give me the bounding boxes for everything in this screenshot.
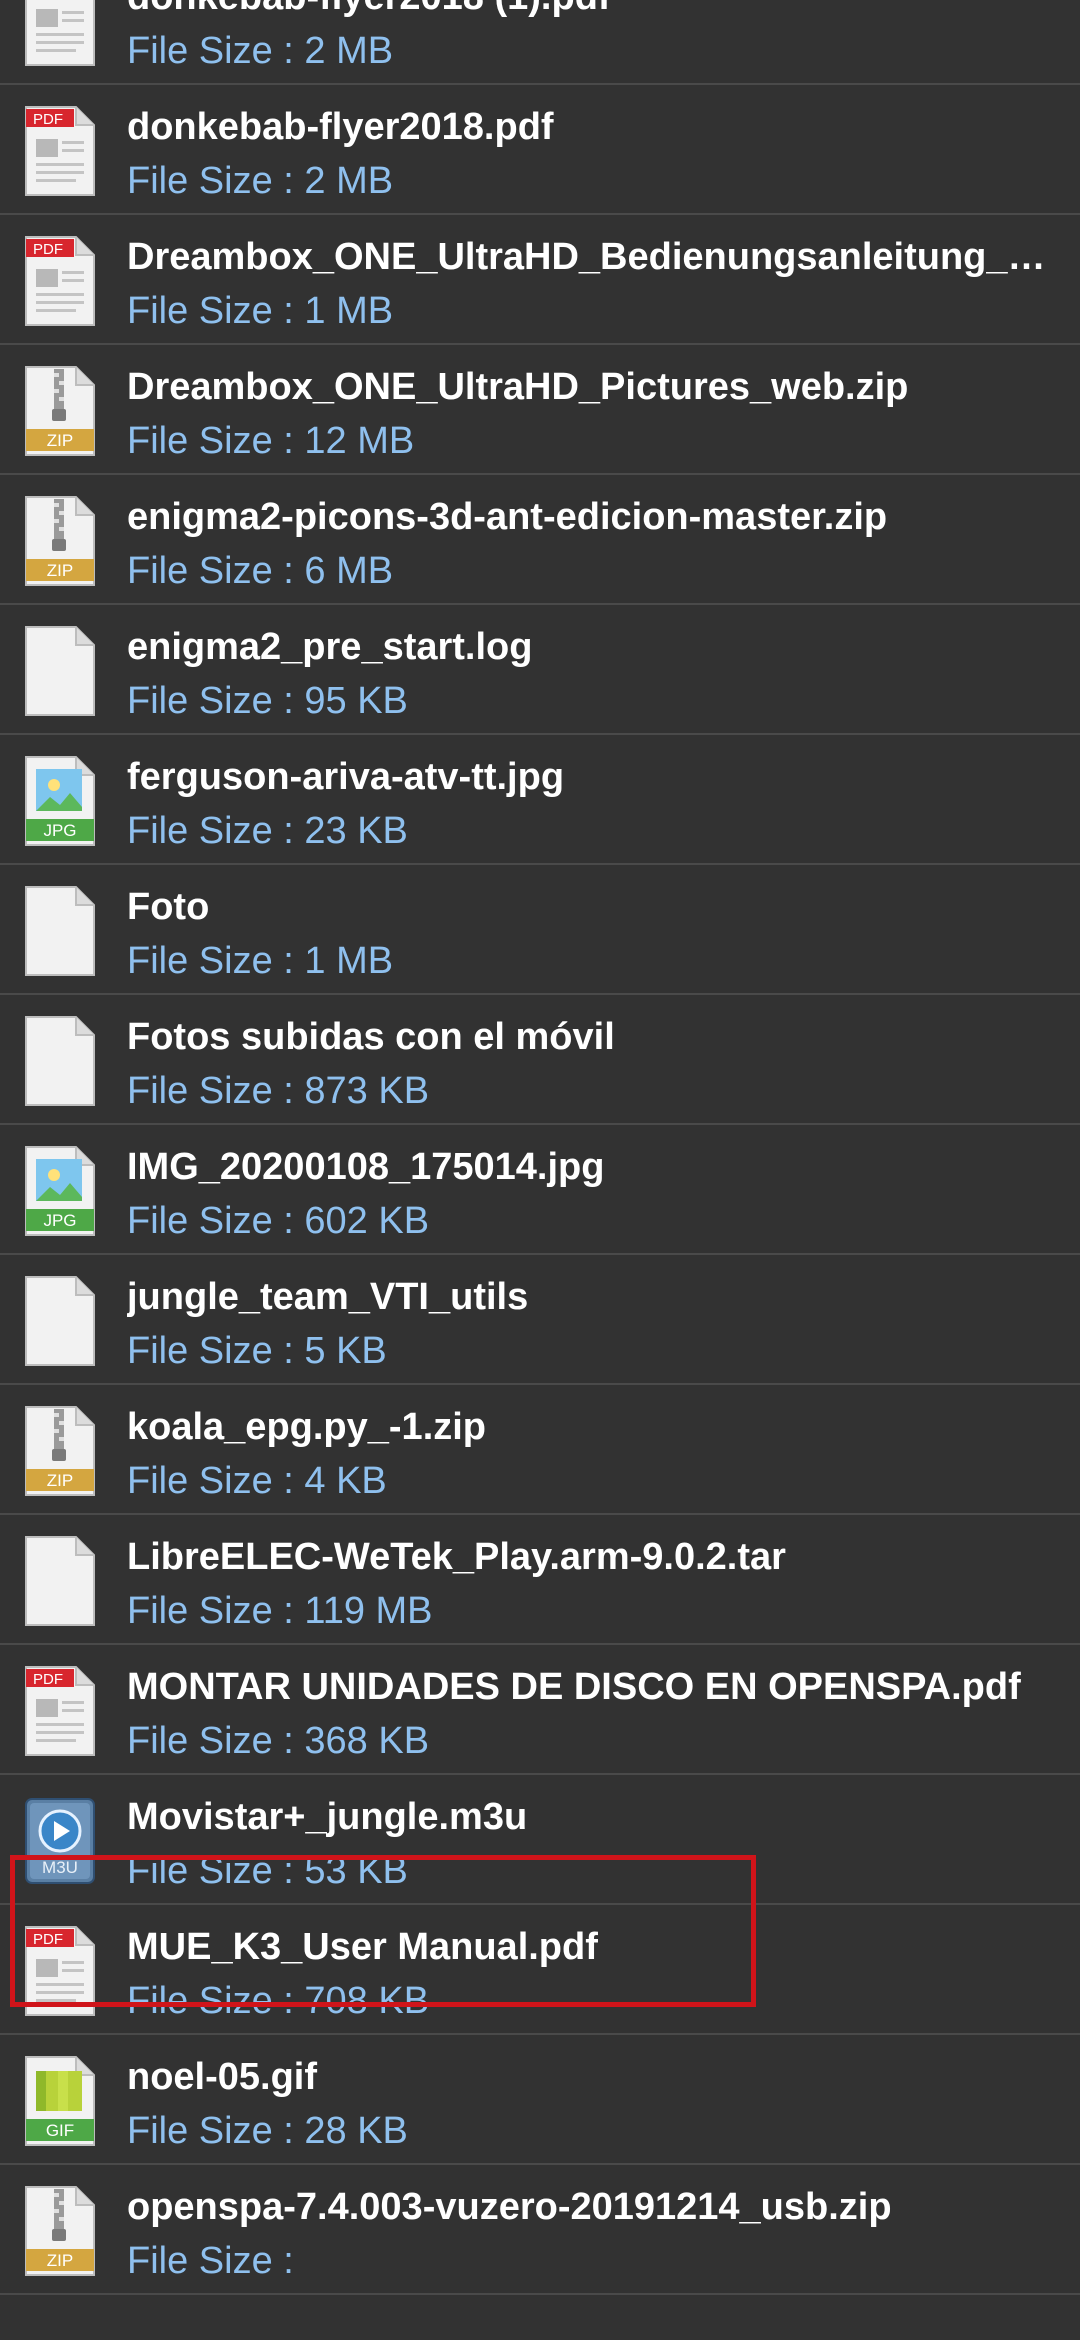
file-row-15[interactable]: PDF MUE_K3_User Manual.pdf File Size : 7… <box>0 1905 1080 2035</box>
file-name: Movistar+_jungle.m3u <box>127 1796 528 1838</box>
file-name: jungle_team_VTI_utils <box>127 1276 529 1318</box>
zip-file-icon: ZIP <box>24 2185 96 2277</box>
file-row-12[interactable]: LibreELEC-WeTek_Play.arm-9.0.2.tar File … <box>0 1515 1080 1645</box>
file-row-7[interactable]: Foto File Size : 1 MB <box>0 865 1080 995</box>
file-name: Fotos subidas con el móvil <box>127 1016 615 1058</box>
file-name: Foto <box>127 886 210 928</box>
file-size: File Size : 368 KB <box>127 1720 430 1762</box>
file-row-3[interactable]: ZIP Dreambox_ONE_UltraHD_Pictures_web.zi… <box>0 345 1080 475</box>
svg-text:PDF: PDF <box>33 1931 63 1948</box>
generic-file-icon <box>24 1015 96 1107</box>
file-size: File Size : 28 KB <box>127 2110 408 2152</box>
file-row-2[interactable]: PDF Dreambox_ONE_UltraHD_Bedienungsanlei… <box>0 215 1080 345</box>
file-row-8[interactable]: Fotos subidas con el móvil File Size : 8… <box>0 995 1080 1125</box>
generic-file-icon <box>24 625 96 717</box>
generic-file-icon <box>24 885 96 977</box>
gif-file-icon: GIF <box>24 2055 96 2147</box>
svg-text:JPG: JPG <box>43 821 76 840</box>
file-list[interactable]: PDF donkebab-flyer2018 (1).pdf File Size… <box>0 0 1080 2295</box>
file-name: koala_epg.py_-1.zip <box>127 1406 487 1448</box>
pdf-file-icon: PDF <box>24 105 96 197</box>
generic-file-icon <box>24 1535 96 1627</box>
file-size: File Size : 1 MB <box>127 940 394 982</box>
svg-text:PDF: PDF <box>33 1671 63 1688</box>
file-row-17[interactable]: ZIP openspa-7.4.003-vuzero-20191214_usb.… <box>0 2165 1080 2295</box>
file-size: File Size : 5 KB <box>127 1330 387 1372</box>
file-name: enigma2_pre_start.log <box>127 626 533 668</box>
file-size: File Size : 2 MB <box>127 30 394 72</box>
file-row-16[interactable]: GIF noel-05.gif File Size : 28 KB <box>0 2035 1080 2165</box>
jpg-file-icon: JPG <box>24 1145 96 1237</box>
file-size: File Size : <box>127 2240 294 2282</box>
pdf-file-icon: PDF <box>24 1665 96 1757</box>
file-size: File Size : 1 MB <box>127 290 394 332</box>
file-row-0[interactable]: PDF donkebab-flyer2018 (1).pdf File Size… <box>0 0 1080 85</box>
file-row-9[interactable]: JPG IMG_20200108_175014.jpg File Size : … <box>0 1125 1080 1255</box>
file-row-14[interactable]: M3U Movistar+_jungle.m3u File Size : 53 … <box>0 1775 1080 1905</box>
file-row-6[interactable]: JPG ferguson-ariva-atv-tt.jpg File Size … <box>0 735 1080 865</box>
file-size: File Size : 2 MB <box>127 160 394 202</box>
file-size: File Size : 23 KB <box>127 810 408 852</box>
pdf-file-icon: PDF <box>24 0 96 67</box>
file-row-11[interactable]: ZIP koala_epg.py_-1.zip File Size : 4 KB <box>0 1385 1080 1515</box>
svg-text:M3U: M3U <box>42 1858 78 1877</box>
m3u-playlist-icon: M3U <box>24 1795 96 1887</box>
file-name: openspa-7.4.003-vuzero-20191214_usb.zip <box>127 2186 892 2228</box>
svg-text:PDF: PDF <box>33 111 63 128</box>
file-name: Dreambox_ONE_UltraHD_Pictures_web.zip <box>127 366 909 408</box>
svg-text:ZIP: ZIP <box>47 431 73 450</box>
file-name: donkebab-flyer2018 (1).pdf <box>127 0 1067 21</box>
file-row-13[interactable]: PDF MONTAR UNIDADES DE DISCO EN OPENSPA.… <box>0 1645 1080 1775</box>
file-name: IMG_20200108_175014.jpg <box>127 1146 605 1188</box>
file-size: File Size : 708 KB <box>127 1980 430 2022</box>
svg-text:ZIP: ZIP <box>47 561 73 580</box>
file-name: donkebab-flyer2018.pdf <box>127 106 554 148</box>
file-size: File Size : 4 KB <box>127 1460 387 1502</box>
file-size: File Size : 873 KB <box>127 1070 430 1112</box>
file-size: File Size : 53 KB <box>127 1850 408 1892</box>
svg-text:JPG: JPG <box>43 1211 76 1230</box>
zip-file-icon: ZIP <box>24 365 96 457</box>
file-row-10[interactable]: jungle_team_VTI_utils File Size : 5 KB <box>0 1255 1080 1385</box>
file-size: File Size : 6 MB <box>127 550 394 592</box>
file-name: enigma2-picons-3d-ant-edicion-master.zip <box>127 496 888 538</box>
file-name: MUE_K3_User Manual.pdf <box>127 1926 598 1968</box>
file-name: LibreELEC-WeTek_Play.arm-9.0.2.tar <box>127 1536 786 1578</box>
file-size: File Size : 119 MB <box>127 1590 433 1632</box>
file-name: Dreambox_ONE_UltraHD_Bedienungsanleitung… <box>127 236 1067 278</box>
file-browser: PDF donkebab-flyer2018 (1).pdf File Size… <box>0 0 1080 2340</box>
file-row-5[interactable]: enigma2_pre_start.log File Size : 95 KB <box>0 605 1080 735</box>
zip-file-icon: ZIP <box>24 1405 96 1497</box>
svg-text:ZIP: ZIP <box>47 2251 73 2270</box>
file-size: File Size : 602 KB <box>127 1200 430 1242</box>
pdf-file-icon: PDF <box>24 235 96 327</box>
file-row-1[interactable]: PDF donkebab-flyer2018.pdf File Size : 2… <box>0 85 1080 215</box>
svg-text:GIF: GIF <box>46 2121 74 2140</box>
file-name: MONTAR UNIDADES DE DISCO EN OPENSPA.pdf <box>127 1666 1021 1708</box>
zip-file-icon: ZIP <box>24 495 96 587</box>
svg-text:ZIP: ZIP <box>47 1471 73 1490</box>
file-size: File Size : 12 MB <box>127 420 415 462</box>
svg-text:PDF: PDF <box>33 241 63 258</box>
generic-file-icon <box>24 1275 96 1367</box>
pdf-file-icon: PDF <box>24 1925 96 2017</box>
file-name: noel-05.gif <box>127 2056 318 2098</box>
jpg-file-icon: JPG <box>24 755 96 847</box>
file-row-4[interactable]: ZIP enigma2-picons-3d-ant-edicion-master… <box>0 475 1080 605</box>
file-name: ferguson-ariva-atv-tt.jpg <box>127 756 565 798</box>
file-size: File Size : 95 KB <box>127 680 408 722</box>
